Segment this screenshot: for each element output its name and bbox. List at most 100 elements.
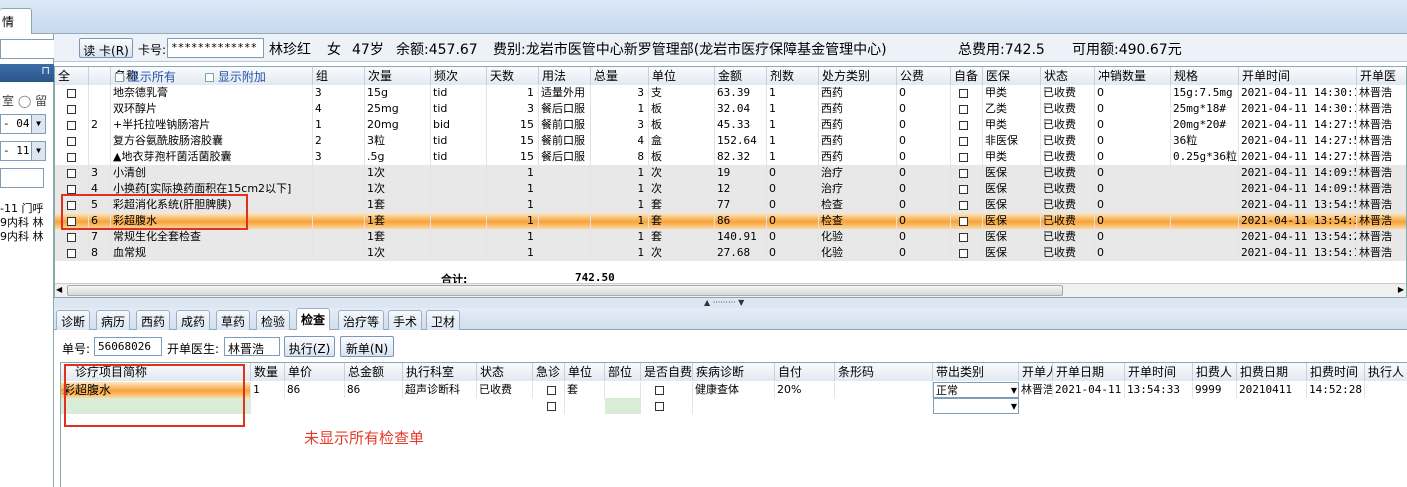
table-cell[interactable]: ▼ xyxy=(933,398,1019,414)
column-header[interactable]: 剂数 xyxy=(767,67,819,85)
scroll-left-icon[interactable]: ◀ xyxy=(56,285,62,294)
tab-5[interactable]: 草药 xyxy=(216,310,251,330)
self-provided-checkbox[interactable] xyxy=(951,117,983,133)
table-row[interactable]: 彩超腹水 1 86 86 超声诊断科 已收费套健康查体 20% 正常 ▼ 林晋浩 2021-04-1… xyxy=(61,382,1407,398)
chevron-down-icon[interactable]: ▼ xyxy=(31,142,45,160)
column-header[interactable]: 冲销数量 xyxy=(1095,67,1171,85)
self-provided-checkbox[interactable] xyxy=(951,213,983,229)
table-row[interactable]: ▲地衣芽孢杆菌活菌胶囊 3.5g tid 15 餐后口服 8 板 82.32 1 西药 0 甲类 已收费… xyxy=(55,149,1406,165)
column-header[interactable]: 次量 xyxy=(365,67,431,85)
column-header[interactable]: 开单人 xyxy=(1019,363,1053,381)
column-header[interactable]: 开单时间 xyxy=(1239,67,1357,85)
column-header[interactable]: 开单日期 xyxy=(1053,363,1125,381)
table-row[interactable]: 双环醇片 4 25mg tid 3 餐后口服 1 板 32.04 1 西药 0 乙类 已收费 0 25mg*1… xyxy=(55,101,1406,117)
column-header[interactable]: 处方类别 xyxy=(819,67,897,85)
chevron-down-icon[interactable]: ▼ xyxy=(1011,399,1017,413)
table-row[interactable]: 地奈德乳膏 3 15g tid 1 适量外用 3 支 63.39 1 西药 0 甲类 已收费 0 15g:7.… xyxy=(55,85,1406,101)
tab-8[interactable]: 治疗等 xyxy=(338,310,385,330)
column-header[interactable]: 用法 xyxy=(539,67,591,85)
horizontal-scrollbar[interactable]: ◀ ▶ xyxy=(55,283,1406,297)
row-checkbox[interactable] xyxy=(55,117,89,133)
doctor-field[interactable]: 林晋浩 xyxy=(224,337,280,356)
column-header[interactable]: 频次 xyxy=(431,67,487,85)
column-header[interactable]: 急诊 xyxy=(533,363,565,381)
self-provided-checkbox[interactable] xyxy=(951,133,983,149)
list-item[interactable]: 9内科 林 xyxy=(0,230,44,244)
column-header[interactable]: 扣费人 xyxy=(1193,363,1237,381)
tab-4[interactable]: 成药 xyxy=(176,310,211,330)
column-header[interactable]: 开单时间 xyxy=(1125,363,1193,381)
column-header[interactable]: 扣费时间 xyxy=(1307,363,1365,381)
column-header[interactable]: 部位 xyxy=(605,363,641,381)
tab-6[interactable]: 检验 xyxy=(256,310,291,330)
row-checkbox[interactable] xyxy=(55,165,89,181)
scroll-thumb[interactable] xyxy=(67,285,1063,296)
row-checkbox[interactable] xyxy=(55,149,89,165)
row-checkbox[interactable] xyxy=(55,229,89,245)
column-header[interactable]: 金额 xyxy=(715,67,767,85)
self-provided-checkbox[interactable] xyxy=(951,229,983,245)
self-provided-checkbox[interactable] xyxy=(951,197,983,213)
execute-button[interactable]: 执行(Z) xyxy=(284,336,335,357)
column-header[interactable]: 状态 xyxy=(477,363,533,381)
self-provided-checkbox[interactable] xyxy=(951,85,983,101)
table-row[interactable]: 3 小清创 1次 1 1 次 19 0 治疗 0 医保 已收费 0 2021-04-11 14:09:59… xyxy=(55,165,1406,181)
table-cell[interactable] xyxy=(533,382,565,398)
column-header[interactable]: 规格 xyxy=(1171,67,1239,85)
column-header[interactable]: 总金额 xyxy=(345,363,403,381)
tab-2[interactable]: 病历 xyxy=(96,310,131,330)
show-extra-checkbox[interactable]: 显示附加 xyxy=(205,68,266,85)
table-cell[interactable] xyxy=(533,398,565,414)
left-radio-group[interactable]: 室 ◯ 留 xyxy=(2,92,47,109)
column-header[interactable] xyxy=(89,67,111,85)
scroll-right-icon[interactable]: ▶ xyxy=(1398,285,1404,294)
column-header[interactable]: 扣费日期 xyxy=(1237,363,1307,381)
column-header[interactable]: 执行科室 xyxy=(403,363,477,381)
tab-7[interactable]: 检查 xyxy=(296,308,331,330)
tab-10[interactable]: 卫材 xyxy=(426,310,461,330)
column-header[interactable]: 全 xyxy=(55,67,89,85)
column-header[interactable]: 开单医 xyxy=(1357,67,1406,85)
column-header[interactable]: 疾病诊断 xyxy=(693,363,775,381)
column-header[interactable]: 执行人 xyxy=(1365,363,1407,381)
column-header[interactable]: 公费 xyxy=(897,67,951,85)
list-item[interactable]: -11 门呼 xyxy=(0,202,44,216)
table-row[interactable]: 复方谷氨酰胺肠溶胶囊 2 3粒 tid 15 餐前口服 4 盒 152.64 1 西药 0 非医保 已收费… xyxy=(55,133,1406,149)
table-row[interactable]: 4 小换药[实际换药面积在15cm2以下] 1次 1 1 次 12 0 治疗 0 医保 已收费 0 202… xyxy=(55,181,1406,197)
chevron-down-icon[interactable]: ▼ xyxy=(31,115,45,133)
column-header[interactable]: 是否自费 xyxy=(641,363,693,381)
column-header[interactable]: 条形码 xyxy=(835,363,933,381)
table-cell[interactable] xyxy=(641,382,693,398)
table-row[interactable]: 8 血常规 1次 1 1 次 27.68 0 化验 0 医保 已收费 0 2021-04-11 13:54… xyxy=(55,245,1406,261)
self-provided-checkbox[interactable] xyxy=(951,245,983,261)
chevron-down-icon[interactable]: ▼ xyxy=(1011,383,1017,397)
column-header[interactable]: 单位 xyxy=(565,363,605,381)
column-header[interactable]: 单价 xyxy=(285,363,345,381)
column-header[interactable]: 带出类别 xyxy=(933,363,1019,381)
column-header[interactable]: 自付 xyxy=(775,363,835,381)
panel-splitter[interactable]: ▲ ········· ▼ xyxy=(54,298,1407,308)
window-tab[interactable]: 情 xyxy=(0,8,32,34)
start-date-combo[interactable]: - 04 ▼ xyxy=(0,114,46,134)
visit-list[interactable]: -11 门呼 9内科 林 9内科 林 xyxy=(0,202,44,244)
row-checkbox[interactable] xyxy=(55,133,89,149)
tab-9[interactable]: 手术 xyxy=(388,310,423,330)
table-row[interactable]: 7 常规生化全套检查 1套 1 1 套 140.91 0 化验 0 医保 已收费 0 2021-04-11… xyxy=(55,229,1406,245)
column-header[interactable]: 单位 xyxy=(649,67,715,85)
left-filter-input[interactable] xyxy=(0,168,44,188)
new-order-button[interactable]: 新单(N) xyxy=(340,336,394,357)
table-cell[interactable] xyxy=(641,398,693,414)
list-item[interactable]: 9内科 林 xyxy=(0,216,44,230)
table-row[interactable]: 6 彩超腹水 1套 1 1 套 86 0 检查 0 医保 已收费 0 2021-04-11 13:54:3… xyxy=(55,213,1406,229)
self-provided-checkbox[interactable] xyxy=(951,101,983,117)
table-cell[interactable]: 正常 ▼ xyxy=(933,382,1019,398)
show-all-checkbox[interactable]: 显示所有 xyxy=(115,68,176,85)
column-header[interactable]: 医保 xyxy=(983,67,1041,85)
row-checkbox[interactable] xyxy=(55,245,89,261)
column-header[interactable]: 天数 xyxy=(487,67,539,85)
tab-3[interactable]: 西药 xyxy=(136,310,171,330)
table-row[interactable]: ▼ xyxy=(61,398,1407,414)
column-header[interactable]: 自备 xyxy=(951,67,983,85)
column-header[interactable]: 状态 xyxy=(1041,67,1095,85)
column-header[interactable]: 数量 xyxy=(251,363,285,381)
